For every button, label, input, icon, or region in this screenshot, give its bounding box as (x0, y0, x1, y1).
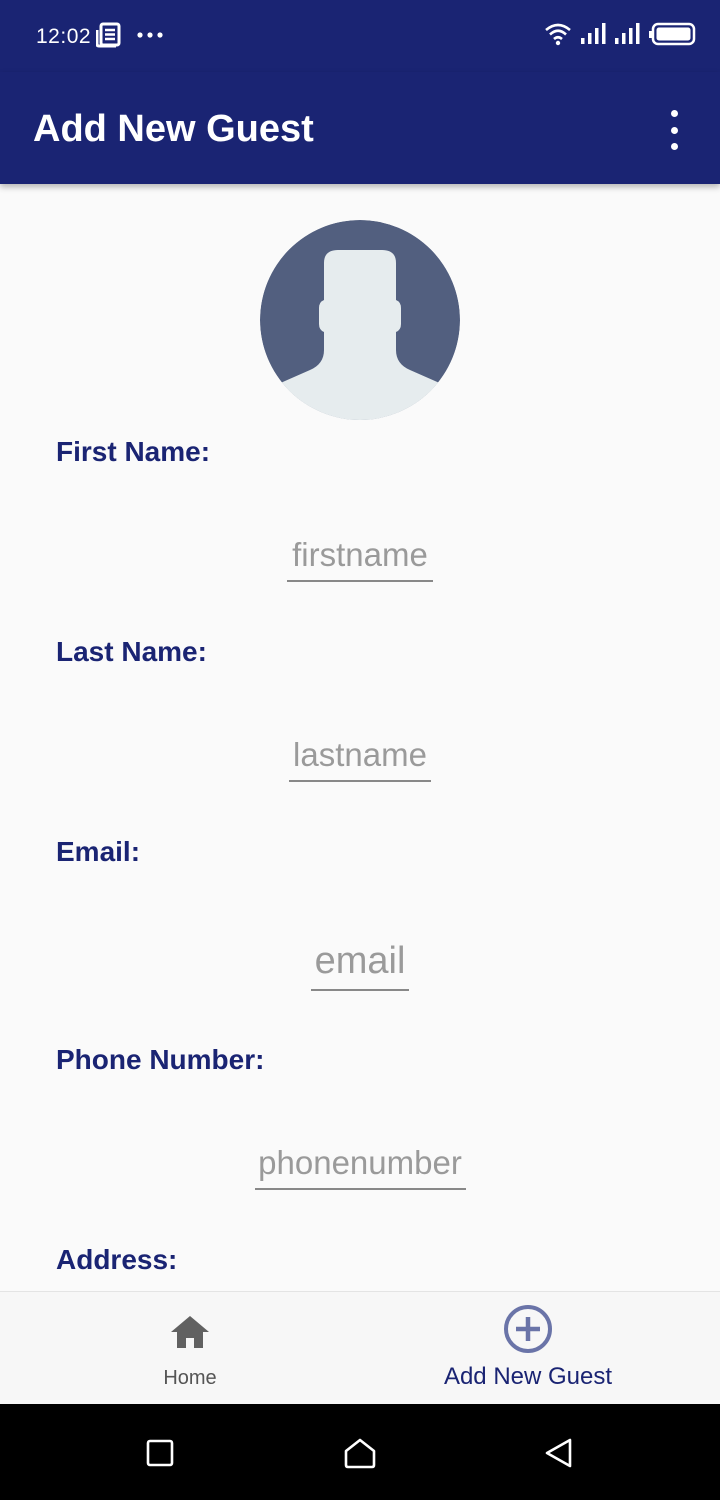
page-title: Add New Guest (33, 108, 314, 150)
more-vert-icon[interactable] (658, 110, 690, 150)
status-bar: 12:02 (0, 0, 720, 72)
last-name-label: Last Name: (56, 636, 207, 667)
nav-label-add-new-guest: Add New Guest (443, 1363, 613, 1390)
recents-icon[interactable] (146, 1439, 174, 1467)
battery-icon (649, 22, 696, 46)
more-dots-icon (137, 32, 163, 38)
home-outline-icon[interactable] (344, 1437, 376, 1469)
home-icon (171, 1316, 209, 1348)
address-label: Address: (56, 1244, 178, 1275)
wifi-icon (545, 23, 571, 46)
signal-icon (615, 23, 640, 44)
phone-number-label: Phone Number: (56, 1044, 265, 1075)
nav-item-add-new-guest[interactable]: Add New Guest (348, 1292, 708, 1405)
signal-icon (581, 23, 606, 44)
add-circle-icon (504, 1305, 552, 1353)
email-label: Email: (56, 836, 141, 867)
news-icon (96, 22, 121, 48)
last-name-input[interactable] (289, 736, 431, 782)
avatar[interactable] (260, 220, 460, 420)
system-navigation-bar (0, 1404, 720, 1500)
first-name-label: First Name: (56, 436, 211, 467)
bottom-navigation: Home Add New Guest (0, 1291, 720, 1404)
phone-number-input[interactable] (254, 1144, 466, 1190)
status-time: 12:02 (36, 25, 92, 48)
nav-label-home: Home (163, 1367, 217, 1389)
back-icon[interactable] (544, 1437, 574, 1469)
person-silhouette-icon (260, 220, 460, 420)
app-bar: Add New Guest (0, 72, 720, 184)
email-input[interactable] (311, 940, 409, 991)
first-name-input[interactable] (287, 536, 433, 582)
nav-item-home[interactable]: Home (10, 1292, 370, 1405)
